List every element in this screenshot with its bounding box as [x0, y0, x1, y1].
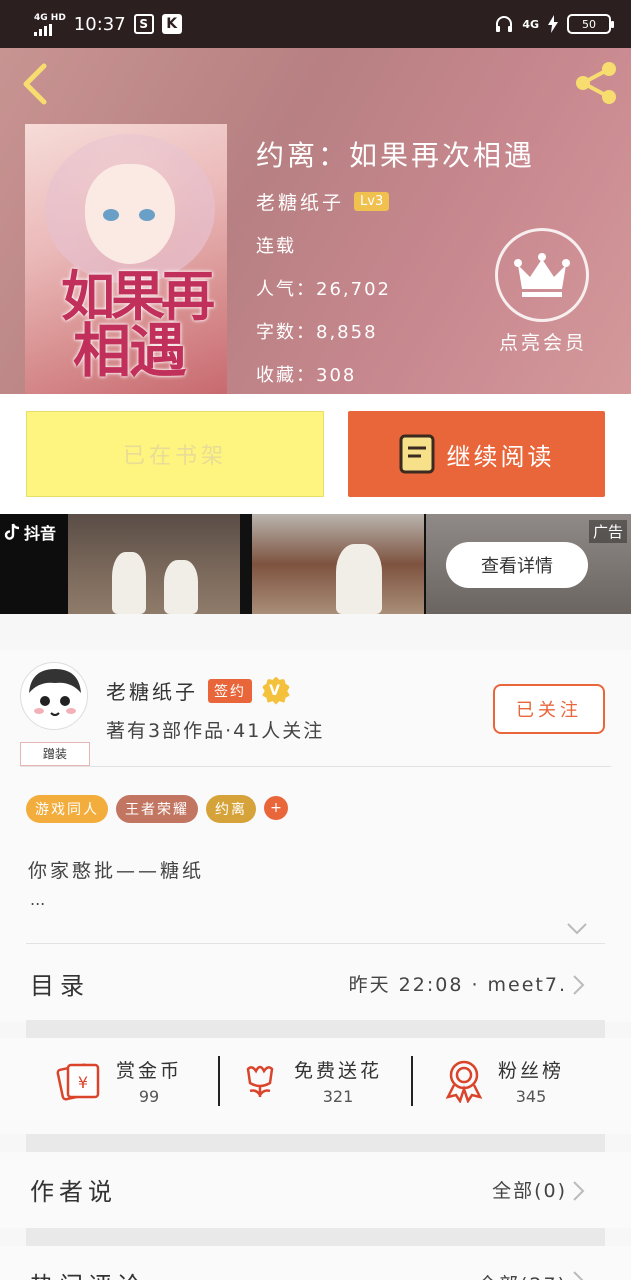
ad-label: 广告	[588, 520, 627, 543]
avatar-face-icon	[29, 669, 81, 716]
notification-icon: S	[133, 14, 154, 34]
author-card-name[interactable]: 老糖纸子	[106, 676, 198, 705]
ad-banner[interactable]: 抖音 广告 查看详情	[0, 514, 631, 614]
description-ellipsis: ...	[30, 890, 46, 909]
status-bar: 4G HD 10:37 S K 4G 50	[0, 0, 631, 48]
book-title: 约离：如果再次相遇	[256, 139, 536, 172]
medal-icon	[445, 1060, 483, 1103]
book-popularity: 人气：26,702	[256, 279, 391, 300]
headphone-icon	[496, 16, 513, 32]
in-shelf-button[interactable]: 已在书架	[26, 411, 324, 497]
reward-coins-value: 99	[138, 1087, 160, 1106]
book-word-count: 字数：8,858	[256, 322, 378, 343]
section-separator	[26, 1020, 605, 1038]
vip-label: 点亮会员	[498, 332, 587, 354]
hot-comments-row[interactable]: 热门评论 全部(27)	[0, 1246, 631, 1280]
charging-icon	[548, 15, 558, 33]
back-icon[interactable]	[18, 62, 54, 106]
network-type: 4G	[522, 17, 539, 31]
hot-comments-title: 热门评论	[30, 1266, 146, 1280]
toc-title: 目录	[30, 972, 90, 1000]
app-notification-icon: K	[161, 14, 182, 34]
send-flower-value: 321	[322, 1087, 354, 1106]
hot-comments-count: 全部(27)	[478, 1270, 567, 1280]
reward-coins-button[interactable]: ¥ 赏金币 99	[56, 1056, 182, 1106]
divider	[218, 1056, 220, 1106]
divider	[20, 766, 611, 767]
action-bar: 已在书架 继续阅读	[0, 394, 631, 514]
divider	[411, 1056, 413, 1106]
followed-button[interactable]: 已关注	[493, 684, 605, 734]
battery-icon: 50	[567, 14, 614, 34]
tiktok-icon	[4, 523, 20, 540]
author-avatar[interactable]: 蹭装	[20, 662, 94, 766]
level-badge: Lv3	[354, 192, 390, 211]
view-details-button[interactable]: 查看详情	[446, 542, 588, 588]
vip-button[interactable]: 点亮会员	[495, 228, 591, 355]
section-separator	[26, 1134, 605, 1152]
tag-list: 游戏同人 王者荣耀 约离 +	[26, 795, 288, 823]
book-status: 连载	[256, 236, 296, 257]
section-separator	[26, 1228, 605, 1246]
continue-reading-button[interactable]: 继续阅读	[348, 411, 605, 497]
chevron-right-icon	[573, 1181, 585, 1201]
crown-icon	[514, 253, 570, 297]
author-stats: 著有3部作品·41人关注	[106, 720, 325, 742]
book-favorites: 收藏：308	[256, 365, 357, 386]
verified-badge: V	[262, 676, 290, 705]
flower-icon	[246, 1065, 274, 1098]
toc-row[interactable]: 目录 昨天 22:08 · meet7.	[0, 944, 631, 1022]
chevron-right-icon	[573, 1271, 584, 1280]
signal-icon: 4G HD	[34, 13, 66, 36]
book-cover[interactable]: 如果再 相遇	[25, 124, 227, 394]
send-flower-button[interactable]: 免费送花 321	[240, 1056, 382, 1106]
fan-ranking-label: 粉丝榜	[498, 1060, 565, 1082]
add-tag-button[interactable]: +	[264, 796, 288, 820]
expand-chevron-down-icon[interactable]	[566, 922, 588, 936]
chevron-right-icon	[573, 975, 585, 995]
douyin-logo: 抖音	[4, 520, 56, 544]
book-header: 如果再 相遇 约离：如果再次相遇 老糖纸子 Lv3 连载 人气：26,702 字…	[0, 48, 631, 394]
tag-item[interactable]: 约离	[206, 795, 256, 823]
avatar-tag: 蹭装	[20, 742, 90, 766]
reward-stats: ¥ 赏金币 99 免费送花 321 粉丝榜 345	[0, 1038, 631, 1134]
book-description: 你家憨批——糖纸	[28, 860, 205, 882]
signed-badge: 签约	[208, 678, 252, 703]
share-icon[interactable]	[571, 60, 621, 106]
author-name[interactable]: 老糖纸子	[256, 188, 344, 215]
continue-reading-label: 继续阅读	[446, 442, 555, 471]
send-flower-label: 免费送花	[294, 1060, 383, 1082]
author-says-row[interactable]: 作者说 全部(0)	[0, 1152, 631, 1228]
book-icon	[399, 434, 434, 474]
cover-title-line2: 相遇	[73, 317, 187, 385]
tag-item[interactable]: 游戏同人	[26, 795, 108, 823]
svg-text:¥: ¥	[78, 1073, 88, 1092]
red-envelope-icon: ¥	[56, 1063, 100, 1101]
reward-coins-label: 赏金币	[116, 1060, 183, 1082]
author-says-count: 全部(0)	[492, 1180, 567, 1202]
author-says-title: 作者说	[30, 1178, 117, 1206]
tag-item[interactable]: 王者荣耀	[116, 795, 198, 823]
latest-chapter: 昨天 22:08 · meet7.	[348, 974, 567, 996]
clock: 10:37	[73, 13, 126, 35]
fan-ranking-button[interactable]: 粉丝榜 345	[444, 1056, 564, 1106]
fan-ranking-value: 345	[515, 1087, 547, 1106]
